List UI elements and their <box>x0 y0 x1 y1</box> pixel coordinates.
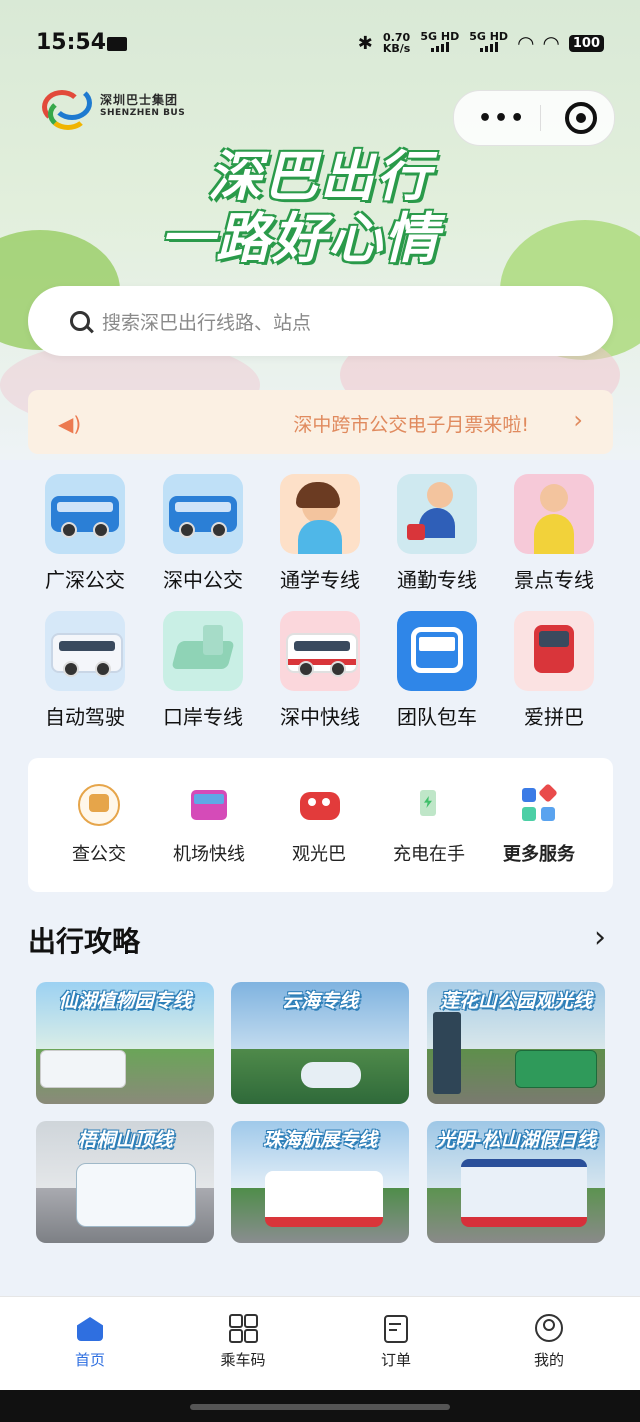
chevron-right-icon: › <box>573 406 583 434</box>
miniprogram-capsule: ••• <box>453 90 615 146</box>
bus-blue-icon <box>45 474 125 554</box>
tab-ride-code[interactable]: 乘车码 <box>193 1313 293 1370</box>
logo-text-cn: 深圳巴士集团 <box>100 92 179 107</box>
sightseeing-bus-icon <box>298 784 340 826</box>
grid-item-shenzhong-bus[interactable]: 深中公交 <box>148 474 258 593</box>
notice-bar[interactable]: ◀︎) 深中跨市公交电子月票来啦! › <box>28 390 613 454</box>
express-bus-icon <box>280 611 360 691</box>
guide-card-title: 云海专线 <box>281 990 358 1012</box>
tab-home[interactable]: 首页 <box>40 1313 140 1370</box>
grid-item-carpool[interactable]: 爱拼巴 <box>499 611 609 730</box>
profile-icon <box>534 1313 564 1343</box>
orders-icon <box>381 1313 411 1343</box>
guide-card-title: 珠海航展专线 <box>262 1129 377 1151</box>
tab-orders[interactable]: 订单 <box>346 1313 446 1370</box>
logo-text-en: SHENZHEN BUS <box>100 107 186 118</box>
service-bus-search[interactable]: 查公交 <box>44 784 154 866</box>
wifi-icon: ◠ <box>543 31 559 55</box>
company-logo: 深圳巴士集团 SHENZHEN BUS <box>38 82 186 130</box>
network-speed: 0.70 KB/s <box>382 31 411 55</box>
guide-card-title: 莲花山公园观光线 <box>439 990 592 1012</box>
grid-item-commute-line[interactable]: 通勤专线 <box>382 474 492 593</box>
guide-card-title: 梧桐山顶线 <box>77 1129 173 1151</box>
port-icon <box>163 611 243 691</box>
guide-card[interactable]: 珠海航展专线 <box>231 1121 409 1243</box>
service-sightseeing[interactable]: 观光巴 <box>264 784 374 866</box>
student-icon <box>280 474 360 554</box>
grid-item-port-line[interactable]: 口岸专线 <box>148 611 258 730</box>
search-placeholder: 搜索深巴出行线路、站点 <box>102 311 312 334</box>
battery-level: 100 <box>568 34 604 52</box>
charging-icon <box>408 784 450 826</box>
chevron-right-icon[interactable]: › <box>594 920 606 955</box>
carpool-bus-icon <box>514 611 594 691</box>
status-time: 15:54 <box>36 30 107 55</box>
guide-card[interactable]: 光明-松山湖假日线 <box>427 1121 605 1243</box>
system-navigation-bar <box>0 1390 640 1422</box>
charter-bus-icon <box>397 611 477 691</box>
wifi-icon: ◠ <box>518 31 534 55</box>
guide-card[interactable]: 仙湖植物园专线 <box>36 982 214 1104</box>
airport-bus-icon <box>188 784 230 826</box>
autonomous-bus-icon <box>45 611 125 691</box>
guide-card[interactable]: 莲花山公园观光线 <box>427 982 605 1104</box>
signal-sim1: 5G HD <box>420 31 459 54</box>
status-bar: 15:54 ✱ 0.70 KB/s 5G HD 5G HD ◠ ◠ 100 <box>0 0 640 86</box>
service-charging[interactable]: 充电在手 <box>374 784 484 866</box>
grid-item-school-line[interactable]: 通学专线 <box>265 474 375 593</box>
shenzhen-bus-logo-icon <box>38 82 94 130</box>
home-icon <box>75 1313 105 1343</box>
home-gesture-handle[interactable] <box>190 1404 450 1410</box>
more-options-icon[interactable]: ••• <box>478 106 526 131</box>
search-icon <box>70 311 90 331</box>
slogan: 深巴出行 一路好心情 <box>160 145 470 270</box>
guide-card-title: 仙湖植物园专线 <box>58 990 192 1012</box>
services-panel: 查公交 机场快线 观光巴 充电在手 更多服务 <box>28 758 613 892</box>
grid-item-autonomous[interactable]: 自动驾驶 <box>30 611 140 730</box>
grid-item-scenic-line[interactable]: 景点专线 <box>499 474 609 593</box>
speaker-icon: ◀︎) <box>58 412 82 436</box>
grid-item-guangshen-bus[interactable]: 广深公交 <box>30 474 140 593</box>
tourist-icon <box>514 474 594 554</box>
signal-sim2: 5G HD <box>469 31 508 54</box>
more-services-icon <box>518 783 560 826</box>
camera-recording-icon <box>107 37 127 51</box>
service-more[interactable]: 更多服务 <box>484 783 594 866</box>
bottom-tab-bar: 首页 乘车码 订单 我的 <box>0 1296 640 1391</box>
capsule-divider <box>540 105 541 131</box>
notice-text: 深中跨市公交电子月票来啦! <box>293 414 529 436</box>
section-title: 出行攻略 <box>28 925 141 958</box>
slogan-line-2: 一路好心情 <box>160 207 440 270</box>
search-bar[interactable]: 搜索深巴出行线路、站点 <box>28 286 613 356</box>
service-airport-express[interactable]: 机场快线 <box>154 784 264 866</box>
grid-item-charter[interactable]: 团队包车 <box>382 611 492 730</box>
qr-code-icon <box>228 1313 258 1343</box>
bus-search-icon <box>78 784 120 826</box>
slogan-line-1: 深巴出行 <box>208 145 432 208</box>
bluetooth-icon: ✱ <box>357 32 373 54</box>
bus-blue-icon <box>163 474 243 554</box>
guide-card-title: 光明-松山湖假日线 <box>436 1129 596 1151</box>
close-miniprogram-icon[interactable] <box>565 102 597 134</box>
grid-item-shenzhong-express[interactable]: 深中快线 <box>265 611 375 730</box>
tab-profile[interactable]: 我的 <box>499 1313 599 1370</box>
commuter-icon <box>397 474 477 554</box>
guide-card[interactable]: 云海专线 <box>231 982 409 1104</box>
guide-card[interactable]: 梧桐山顶线 <box>36 1121 214 1243</box>
